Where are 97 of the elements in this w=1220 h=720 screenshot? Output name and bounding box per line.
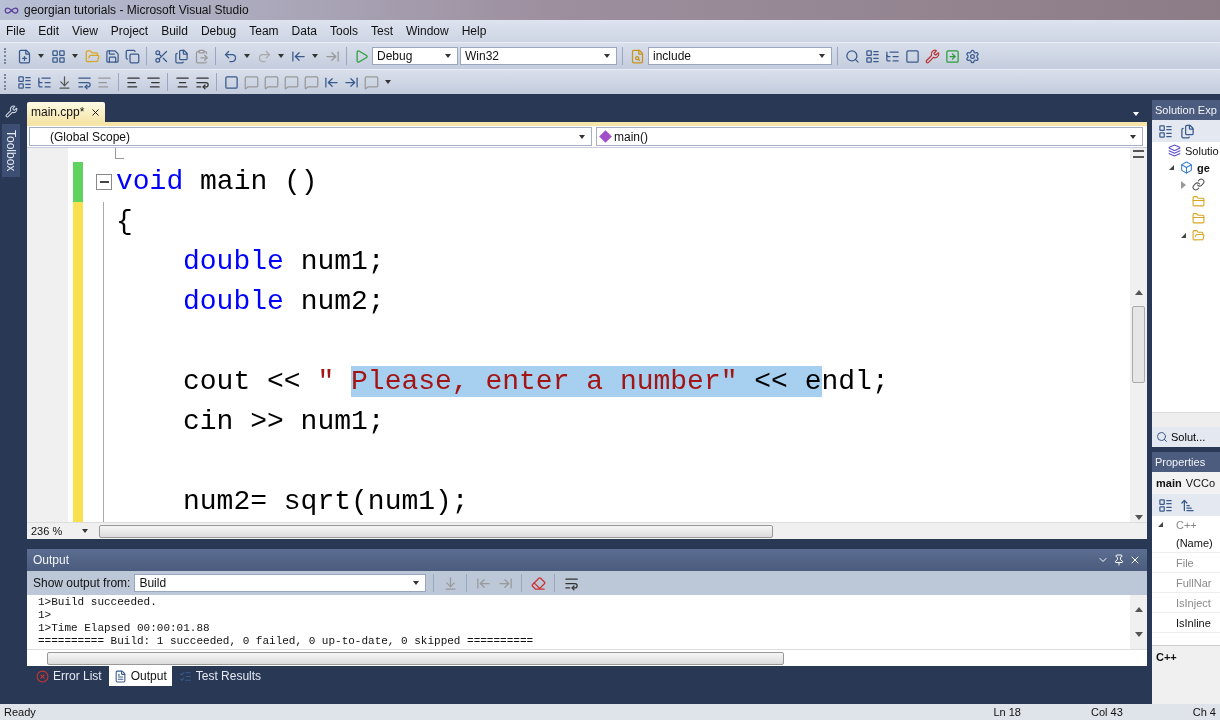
properties-icon[interactable]: [1156, 122, 1174, 140]
menu-item[interactable]: File: [0, 24, 33, 38]
property-name[interactable]: IsInline: [1176, 616, 1211, 629]
object-name: main: [1156, 477, 1182, 490]
code-line: {: [116, 205, 133, 239]
panel-title: Properties: [1155, 456, 1206, 469]
output-source-label: Show output from:: [33, 576, 131, 590]
property-name[interactable]: FullNar: [1176, 576, 1212, 589]
cut-icon[interactable]: [152, 47, 170, 65]
close-icon[interactable]: [90, 106, 102, 118]
method-icon: [599, 130, 612, 143]
code-line: double num1;: [183, 245, 385, 279]
output-line: ========== Build: 1 succeeded, 0 failed, 0 up-to-date, 0 skipped ==========: [38, 635, 535, 648]
configuration-dropdown[interactable]: Debug: [372, 47, 458, 65]
panel-tab[interactable]: Error List: [31, 666, 107, 686]
search-icon[interactable]: [843, 47, 861, 65]
panel-tab[interactable]: Solut...: [1152, 427, 1220, 448]
code-line: void main (): [116, 165, 318, 199]
output-line: 1>: [38, 609, 53, 622]
find-dropdown[interactable]: include: [648, 47, 832, 65]
references-icon: [1189, 175, 1207, 194]
test-results-icon: [178, 669, 192, 683]
tree-item[interactable]: Solutio: [1185, 144, 1219, 157]
menu-item[interactable]: Team: [243, 24, 286, 38]
caret-icon[interactable]: [312, 54, 318, 58]
menu-item[interactable]: View: [66, 24, 105, 38]
code-line: cin >> num1;: [183, 405, 385, 439]
menu-item[interactable]: Window: [400, 24, 456, 38]
property-name[interactable]: File: [1176, 556, 1194, 569]
code-line: cout << " Please, enter a number" << endl;: [183, 365, 889, 399]
caret-icon[interactable]: [244, 54, 250, 58]
member-dropdown[interactable]: main(): [596, 127, 1143, 146]
save-all-icon[interactable]: [123, 47, 141, 65]
tab-menu-caret-icon[interactable]: [1133, 112, 1139, 116]
property-category: C++: [1176, 518, 1197, 531]
bookmark-icon[interactable]: [222, 73, 240, 91]
grid-icon[interactable]: [49, 47, 67, 65]
menu-item[interactable]: Debug: [194, 24, 244, 38]
output-icon: [113, 669, 127, 683]
collapse-icon[interactable]: [96, 174, 112, 190]
char-number: Ch 4: [1192, 706, 1216, 718]
copy-icon[interactable]: [172, 47, 190, 65]
horizontal-scrollbar[interactable]: [1152, 412, 1220, 428]
menu-item[interactable]: Data: [285, 24, 324, 38]
zoom-level[interactable]: 236 %: [27, 525, 75, 537]
solution-icon: [1165, 141, 1183, 160]
output-line: 1>Time Elapsed 00:00:01.88: [38, 622, 211, 635]
panel-tab[interactable]: Test Results: [173, 666, 267, 686]
save-icon[interactable]: [103, 47, 121, 65]
property-name[interactable]: IsInject: [1176, 596, 1211, 609]
platform-dropdown[interactable]: Win32: [460, 47, 617, 65]
menu-item[interactable]: Build: [155, 24, 195, 38]
property-name[interactable]: (Name): [1176, 536, 1213, 549]
output-line: 1>Build succeeded.: [38, 596, 158, 609]
status-message: Ready: [4, 706, 36, 718]
toolbox-tab[interactable]: Toolbox: [2, 124, 20, 178]
settings-icon[interactable]: [923, 47, 941, 65]
caret-icon[interactable]: [38, 54, 44, 58]
expanded-arrow-icon[interactable]: [1168, 165, 1174, 170]
outline-line: [115, 148, 124, 159]
search-icon: [1156, 431, 1168, 444]
caret-icon[interactable]: [385, 80, 391, 84]
categorized-icon[interactable]: [1156, 496, 1174, 515]
line-number: Ln 18: [993, 706, 1021, 718]
menu-item[interactable]: Tools: [323, 24, 365, 38]
collapsed-arrow-icon[interactable]: [1180, 180, 1186, 189]
tree-item[interactable]: ge: [1197, 161, 1210, 174]
zoom-caret-icon[interactable]: [82, 529, 88, 533]
panel-tab[interactable]: Output: [108, 666, 172, 686]
expanded-arrow-icon[interactable]: [1180, 233, 1186, 238]
properties-icon[interactable]: [863, 47, 881, 65]
code-line: num2= sqrt(num1);: [183, 485, 469, 519]
list-icon[interactable]: [15, 73, 33, 91]
close-icon[interactable]: [1129, 554, 1141, 566]
column-number: Col 43: [1090, 706, 1123, 718]
error-list-icon: [36, 669, 49, 683]
caret-icon[interactable]: [72, 54, 78, 58]
panel-title: Solution Exp: [1155, 104, 1217, 116]
expanded-arrow-icon[interactable]: [1157, 522, 1163, 528]
panel-title: Output: [33, 553, 70, 567]
window-title: georgian tutorials - Microsoft Visual Studio: [24, 3, 249, 17]
menu-item[interactable]: Test: [364, 24, 400, 38]
code-line: double num2;: [183, 285, 385, 319]
output-source-dropdown[interactable]: Build: [134, 574, 427, 592]
scope-dropdown[interactable]: (Global Scope): [29, 127, 592, 146]
document-tab[interactable]: main.cpp*: [27, 102, 106, 122]
menu-item[interactable]: Project: [104, 24, 156, 38]
caret-icon[interactable]: [278, 54, 284, 58]
pin-icon[interactable]: [1113, 554, 1125, 566]
show-files-icon[interactable]: [1178, 122, 1196, 140]
property-description: C++: [1156, 651, 1177, 663]
menu-item[interactable]: Edit: [32, 24, 67, 38]
object-type: VCCo: [1185, 477, 1216, 490]
menu-item[interactable]: Help: [455, 24, 494, 38]
vertical-scrollbar[interactable]: [1130, 595, 1147, 649]
vertical-scrollbar[interactable]: [1130, 148, 1147, 522]
clear-all-icon[interactable]: [529, 574, 548, 592]
